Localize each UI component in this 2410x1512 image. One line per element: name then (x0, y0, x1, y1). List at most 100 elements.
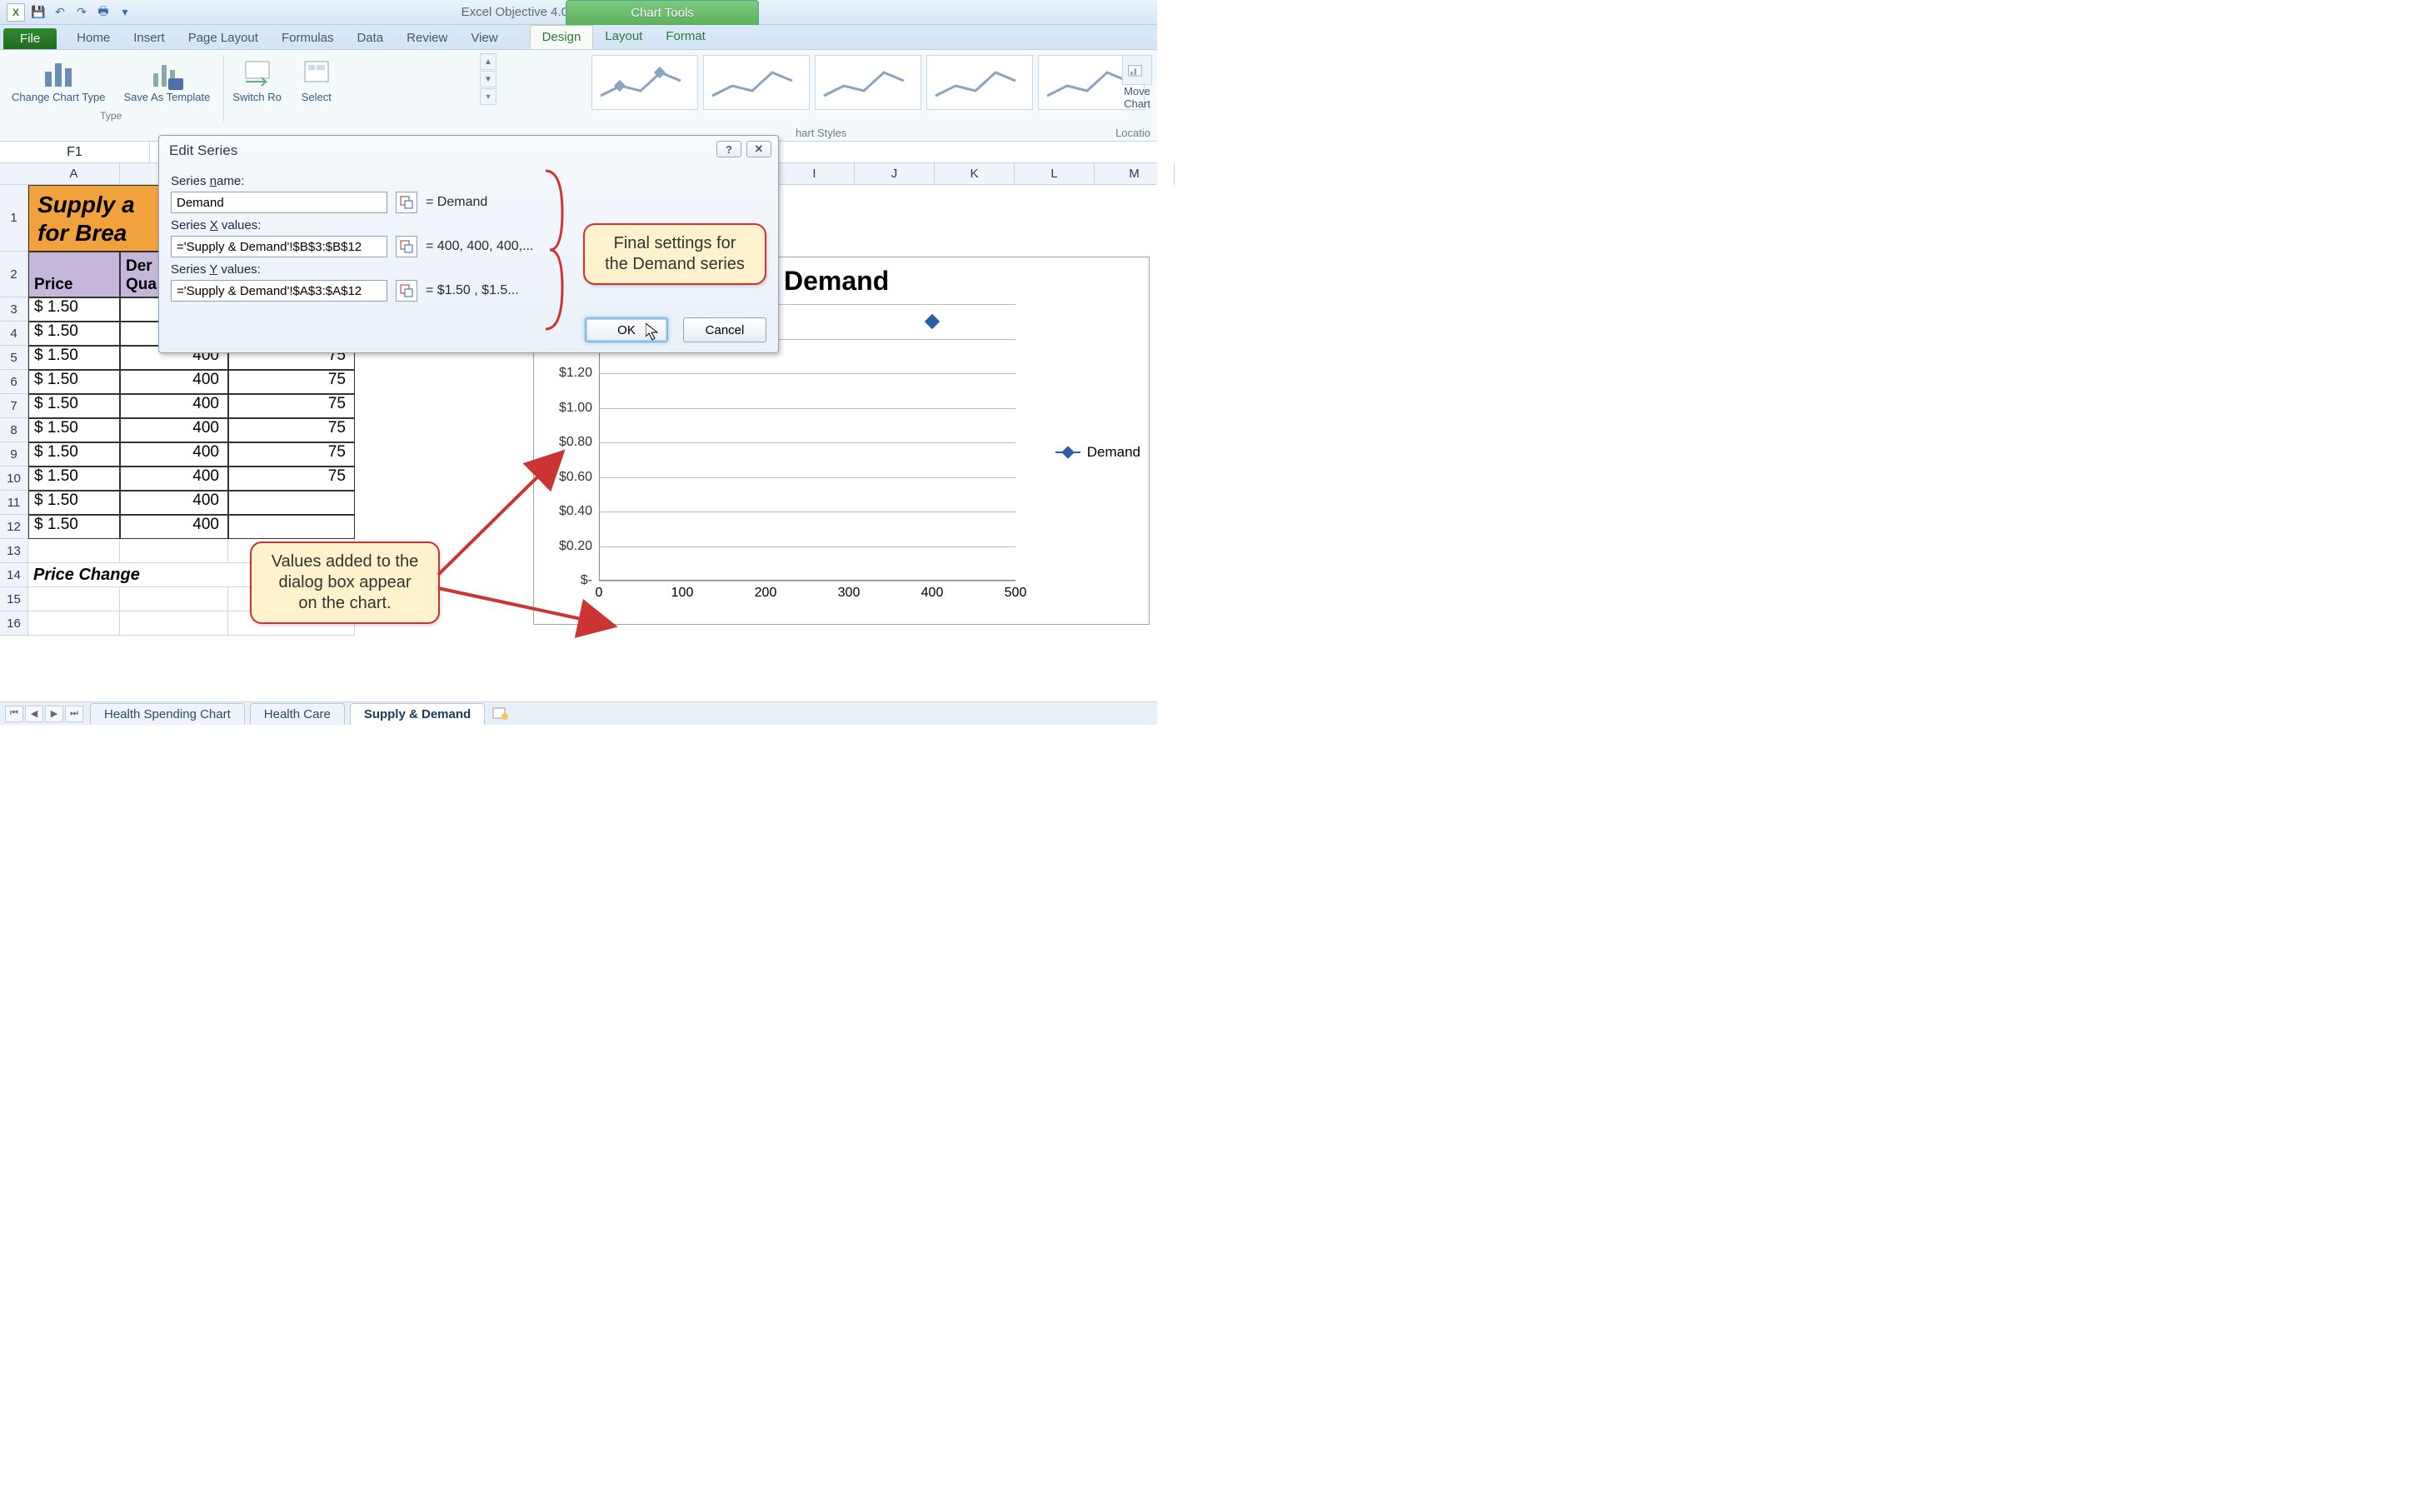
name-box[interactable]: F1 (0, 142, 150, 162)
cell-B11[interactable]: 400 (120, 491, 228, 515)
cell-C10[interactable]: 75 (228, 467, 355, 491)
row-head-9[interactable]: 9 (0, 442, 28, 467)
cancel-button[interactable]: Cancel (683, 317, 766, 342)
range-selector-button-y[interactable] (396, 280, 417, 302)
cell-B9[interactable]: 400 (120, 442, 228, 467)
sheet-tab-health-spending[interactable]: Health Spending Chart (90, 703, 245, 725)
chart-layouts-scroll[interactable]: ▲ ▼ ▾ (480, 53, 496, 106)
cell-A6[interactable]: $ 1.50 (28, 370, 120, 394)
chart-style-1[interactable] (591, 55, 698, 110)
row-head-15[interactable]: 15 (0, 587, 28, 611)
row-head-16[interactable]: 16 (0, 611, 28, 636)
cell-A5[interactable]: $ 1.50 (28, 346, 120, 370)
row-head-1[interactable]: 1 (0, 185, 28, 252)
cell-A8[interactable]: $ 1.50 (28, 418, 120, 442)
row-head-13[interactable]: 13 (0, 539, 28, 563)
tab-design[interactable]: Design (530, 25, 594, 49)
change-chart-type-button[interactable]: Change Chart Type (8, 55, 109, 105)
tab-insert[interactable]: Insert (122, 27, 177, 49)
cell-B7[interactable]: 400 (120, 394, 228, 418)
row-head-5[interactable]: 5 (0, 346, 28, 370)
series-x-input[interactable] (171, 236, 387, 257)
row-head-11[interactable]: 11 (0, 491, 28, 515)
cell-B13[interactable] (120, 539, 228, 563)
row-head-7[interactable]: 7 (0, 394, 28, 418)
cell-C11[interactable] (228, 491, 355, 515)
new-sheet-button[interactable] (491, 706, 510, 721)
qat-customize-icon[interactable]: ▾ (117, 4, 133, 21)
dialog-help-button[interactable]: ? (716, 141, 741, 157)
ok-button[interactable]: OK (585, 317, 668, 342)
range-selector-button[interactable] (396, 192, 417, 213)
cell-A12[interactable]: $ 1.50 (28, 515, 120, 539)
chart-style-2[interactable] (703, 55, 810, 110)
range-selector-button-x[interactable] (396, 236, 417, 257)
price-change-label[interactable]: Price Change (28, 563, 228, 587)
col-A[interactable]: A (28, 163, 120, 184)
cell-B8[interactable]: 400 (120, 418, 228, 442)
cell-C6[interactable]: 75 (228, 370, 355, 394)
cell-C12[interactable] (228, 515, 355, 539)
tab-home[interactable]: Home (65, 27, 122, 49)
tab-file[interactable]: File (3, 28, 57, 49)
col-L[interactable]: L (1015, 163, 1095, 185)
save-as-template-button[interactable]: Save As Template (121, 55, 214, 105)
chart-style-4[interactable] (926, 55, 1033, 110)
chart-styles-gallery[interactable] (591, 55, 1145, 110)
sheet-nav-last[interactable]: ⏭ (65, 706, 83, 722)
scroll-down-icon[interactable]: ▼ (480, 71, 496, 87)
row-head-3[interactable]: 3 (0, 297, 28, 322)
cell-A4[interactable]: $ 1.50 (28, 322, 120, 346)
col-I[interactable]: I (775, 163, 855, 185)
switch-row-column-button[interactable]: Switch Ro (229, 55, 285, 105)
scroll-up-icon[interactable]: ▲ (480, 53, 496, 70)
qat-print-icon[interactable]: 🖶 (95, 4, 112, 21)
sheet-nav-prev[interactable]: ◀ (25, 706, 43, 722)
col-K[interactable]: K (935, 163, 1015, 185)
cell-C8[interactable]: 75 (228, 418, 355, 442)
qat-redo-icon[interactable]: ↷ (73, 4, 90, 21)
row-head-4[interactable]: 4 (0, 322, 28, 346)
row-head-6[interactable]: 6 (0, 370, 28, 394)
cell-B12[interactable]: 400 (120, 515, 228, 539)
hdr-price[interactable]: Price (28, 252, 120, 297)
cell-A3[interactable]: $ 1.50 (28, 297, 120, 322)
series-name-input[interactable] (171, 192, 387, 213)
tab-formulas[interactable]: Formulas (270, 27, 346, 49)
row-head-10[interactable]: 10 (0, 467, 28, 491)
move-chart-button[interactable]: Move Chart (1122, 55, 1152, 110)
chart-title[interactable]: Demand (784, 266, 889, 297)
tab-data[interactable]: Data (345, 27, 395, 49)
sheet-nav-first[interactable]: ⏮ (5, 706, 23, 722)
tab-review[interactable]: Review (395, 27, 459, 49)
select-data-button[interactable]: Select (297, 55, 337, 105)
tab-page-layout[interactable]: Page Layout (177, 27, 270, 49)
cell-A11[interactable]: $ 1.50 (28, 491, 120, 515)
col-M[interactable]: M (1095, 163, 1175, 185)
chart-style-3[interactable] (815, 55, 921, 110)
cell-A9[interactable]: $ 1.50 (28, 442, 120, 467)
sheet-nav-next[interactable]: ▶ (45, 706, 63, 722)
tab-format[interactable]: Format (654, 25, 717, 49)
series-y-input[interactable] (171, 280, 387, 302)
cell-A13[interactable] (28, 539, 120, 563)
qat-save-icon[interactable]: 💾 (30, 4, 47, 21)
col-J[interactable]: J (855, 163, 935, 185)
cell-A7[interactable]: $ 1.50 (28, 394, 120, 418)
tab-layout[interactable]: Layout (593, 25, 654, 49)
sheet-tab-health-care[interactable]: Health Care (250, 703, 345, 725)
excel-app-icon[interactable]: X (7, 3, 25, 22)
row-head-8[interactable]: 8 (0, 418, 28, 442)
cell-B6[interactable]: 400 (120, 370, 228, 394)
cell-B10[interactable]: 400 (120, 467, 228, 491)
scroll-more-icon[interactable]: ▾ (480, 88, 496, 105)
row-head-12[interactable]: 12 (0, 515, 28, 539)
cell-C7[interactable]: 75 (228, 394, 355, 418)
cell-C9[interactable]: 75 (228, 442, 355, 467)
qat-undo-icon[interactable]: ↶ (52, 4, 68, 21)
sheet-tab-supply-demand[interactable]: Supply & Demand (350, 703, 485, 725)
chart-data-point[interactable] (925, 314, 940, 329)
dialog-close-button[interactable]: ✕ (746, 141, 771, 157)
row-head-14[interactable]: 14 (0, 563, 28, 587)
column-headers-right[interactable]: I J K L M (775, 163, 1175, 185)
